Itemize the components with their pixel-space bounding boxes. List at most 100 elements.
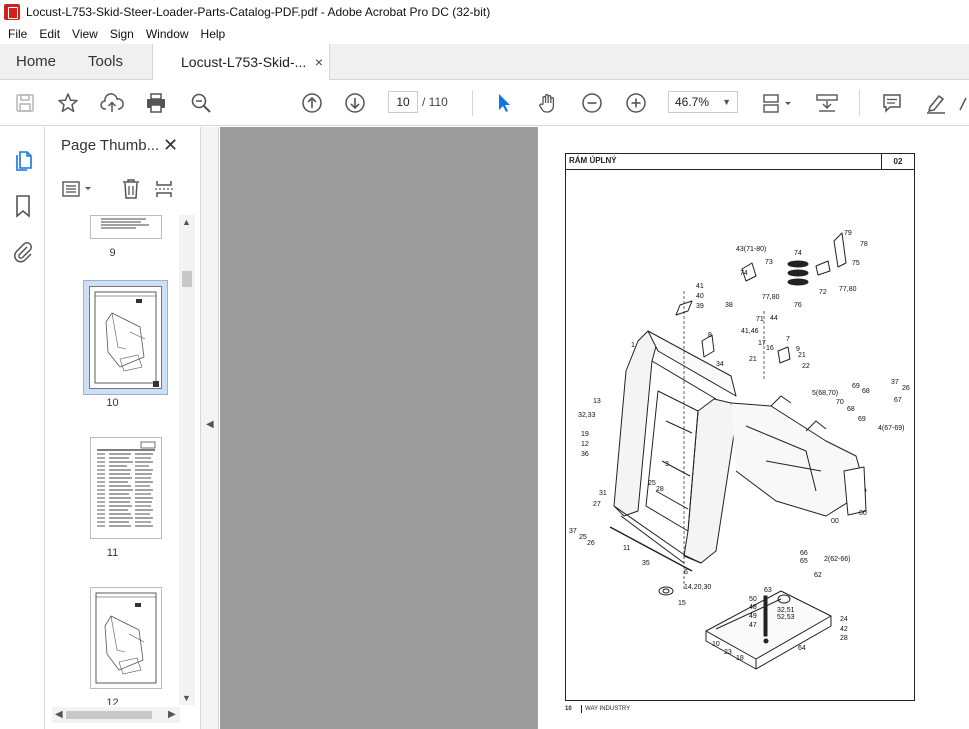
- callout-label: 66: [800, 550, 808, 557]
- pen-highlight-icon: [927, 94, 945, 114]
- delete-page-button[interactable]: [119, 177, 143, 201]
- callout-label: 14,20,30: [684, 584, 711, 591]
- thumbnail-vertical-scrollbar[interactable]: ▲ ▼: [179, 215, 195, 705]
- callout-label: 70: [836, 399, 844, 406]
- upload-button[interactable]: [99, 90, 125, 116]
- next-page-button[interactable]: [342, 90, 368, 116]
- toolbar-divider: [472, 90, 473, 116]
- document-view[interactable]: RÁM ÚPLNÝ 02 43(71-80) 79 78 74 73 75 74…: [220, 127, 969, 729]
- callout-label: 49: [749, 613, 757, 620]
- callout-label: 79: [844, 230, 852, 237]
- page-preview-image: [95, 592, 157, 684]
- hand-tool-button[interactable]: [535, 90, 561, 116]
- printer-icon: [147, 93, 165, 113]
- panel-collapse-handle[interactable]: ◀: [201, 127, 219, 729]
- minus-circle-icon: [582, 93, 602, 113]
- scroll-down-icon[interactable]: ▼: [182, 693, 191, 703]
- previous-page-button[interactable]: [299, 90, 325, 116]
- menu-bar: File Edit View Sign Window Help: [0, 24, 969, 44]
- callout-label: 73: [765, 259, 773, 266]
- tab-home[interactable]: Home: [16, 44, 56, 80]
- bookmark-star-button[interactable]: [55, 90, 81, 116]
- callout-label: 26: [902, 385, 910, 392]
- bookmarks-button[interactable]: [10, 193, 36, 219]
- callout-label: 39: [696, 303, 704, 310]
- callout-label: 32,51: [777, 607, 795, 614]
- callout-label: 15: [678, 600, 686, 607]
- callout-label: 44: [770, 315, 778, 322]
- attachments-button[interactable]: [10, 239, 36, 265]
- scrollbar-thumb[interactable]: [182, 271, 192, 287]
- comment-button[interactable]: [879, 90, 905, 116]
- section-title: RÁM ÚPLNÝ: [569, 156, 617, 165]
- save-button[interactable]: [12, 90, 38, 116]
- thumbnail-page-12[interactable]: [90, 587, 162, 689]
- menu-file[interactable]: File: [2, 27, 33, 41]
- highlight-button[interactable]: [923, 90, 949, 116]
- scroll-left-icon[interactable]: ◀: [55, 709, 63, 720]
- tab-document-label: Locust-L753-Skid-...: [181, 54, 307, 70]
- callout-label: 38: [725, 302, 733, 309]
- zoom-level-value: 46.7%: [675, 95, 710, 109]
- callout-label: 37: [891, 379, 899, 386]
- cursor-arrow-icon: [499, 94, 510, 112]
- callout-label: 75: [852, 260, 860, 267]
- scroll-right-icon[interactable]: ▶: [168, 709, 176, 720]
- more-tools-button[interactable]: [958, 90, 969, 116]
- menu-window[interactable]: Window: [140, 27, 195, 41]
- thumbnail-page-10[interactable]: [89, 286, 162, 389]
- thumbnail-horizontal-scrollbar[interactable]: ◀ ▶: [52, 707, 180, 723]
- panel-title: Page Thumb...: [61, 137, 160, 154]
- scroll-mode-button[interactable]: [814, 90, 840, 116]
- callout-label: 21: [798, 352, 806, 359]
- callout-label: 40: [696, 293, 704, 300]
- select-tool-button[interactable]: [491, 90, 517, 116]
- callout-label: 23: [724, 649, 732, 656]
- panel-close-button[interactable]: ✕: [163, 135, 178, 156]
- thumbnail-page-9[interactable]: [90, 215, 162, 239]
- print-button[interactable]: [143, 90, 169, 116]
- zoom-level-select[interactable]: 46.7% ▼: [668, 91, 738, 113]
- tab-tools[interactable]: Tools: [88, 44, 123, 80]
- callout-label: 72: [819, 289, 827, 296]
- tab-close-button[interactable]: ×: [315, 44, 323, 80]
- menu-edit[interactable]: Edit: [33, 27, 66, 41]
- extract-pages-button[interactable]: [152, 177, 176, 201]
- page-number-input[interactable]: 10: [388, 91, 418, 113]
- thumbnail-options-button[interactable]: [60, 177, 98, 201]
- menu-view[interactable]: View: [66, 27, 104, 41]
- page-split-icon: [155, 181, 173, 197]
- page-thumbnails-button[interactable]: [10, 147, 36, 173]
- page-preview-image: [101, 218, 149, 229]
- callout-label: 28: [656, 486, 664, 493]
- thumbnail-label: 10: [106, 397, 119, 409]
- zoom-out-button[interactable]: [579, 90, 605, 116]
- paperclip-icon: [14, 242, 32, 263]
- scrollbar-thumb[interactable]: [66, 711, 152, 719]
- callout-label: 19: [581, 431, 589, 438]
- scroll-up-icon[interactable]: ▲: [182, 217, 191, 227]
- callout-label: 78: [860, 241, 868, 248]
- zoom-out-magnifier-icon: [191, 93, 211, 113]
- toolbar-divider: [859, 90, 860, 116]
- callout-label: 00: [859, 510, 867, 517]
- menu-help[interactable]: Help: [195, 27, 232, 41]
- page-view-button[interactable]: [760, 90, 796, 116]
- menu-sign[interactable]: Sign: [104, 27, 140, 41]
- callout-label: 13: [593, 398, 601, 405]
- callout-label: 68: [862, 388, 870, 395]
- callout-label: 3: [665, 461, 669, 468]
- page-thumbnails-panel: Page Thumb... ✕ 9 10 11 12 ▲ ▼ ◀ ▶: [46, 127, 201, 729]
- page-footer-company: WAY INDUSTRY: [585, 706, 631, 712]
- arrow-up-circle-icon: [302, 93, 322, 113]
- thumbnail-page-11[interactable]: [90, 437, 162, 539]
- callout-label: 24: [840, 616, 848, 623]
- callout-label: 11: [623, 545, 630, 552]
- zoom-in-button[interactable]: [623, 90, 649, 116]
- toolbar: 10 / 110 46.7% ▼: [0, 80, 969, 126]
- zoom-search-button[interactable]: [188, 90, 214, 116]
- callout-label: 6: [684, 569, 688, 576]
- callout-label: 16: [766, 345, 774, 352]
- tab-document[interactable]: Locust-L753-Skid-... ×: [152, 44, 330, 81]
- page-fit-icon: [763, 94, 791, 113]
